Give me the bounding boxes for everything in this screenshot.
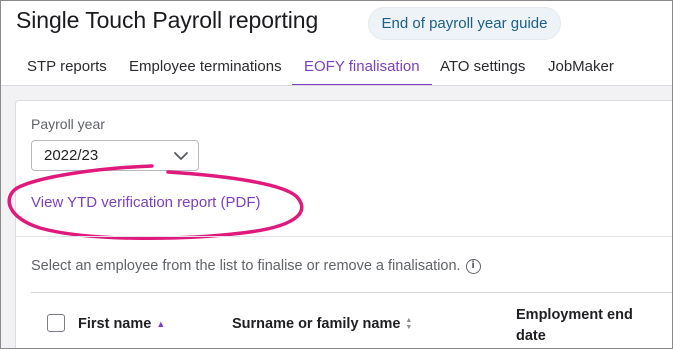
column-header-first-name[interactable]: First name ▲ bbox=[78, 316, 165, 332]
tab-employee-terminations[interactable]: Employee terminations bbox=[129, 52, 282, 86]
chevron-down-icon bbox=[174, 152, 188, 160]
sort-ascending-icon: ▲ bbox=[156, 318, 166, 329]
tab-eofy-finalisation[interactable]: EOFY finalisation bbox=[292, 52, 432, 86]
tab-ato-settings[interactable]: ATO settings bbox=[440, 52, 525, 86]
column-header-surname[interactable]: Surname or family name ▲ ▼ bbox=[232, 316, 412, 332]
payroll-year-value: 2022/23 bbox=[44, 147, 99, 164]
select-all-checkbox[interactable] bbox=[47, 314, 65, 332]
column-header-label: First name bbox=[78, 316, 152, 332]
column-header-label: Surname or family name bbox=[232, 316, 401, 332]
column-header-employment-end-date[interactable]: Employment end date bbox=[516, 305, 646, 347]
table-header-top-border bbox=[31, 292, 673, 293]
tab-bar-divider bbox=[0, 85, 673, 86]
sort-icon: ▲ ▼ bbox=[405, 317, 413, 331]
selection-hint-text: Select an employee from the list to fina… bbox=[31, 258, 461, 274]
ytd-verification-report-link[interactable]: View YTD verification report (PDF) bbox=[31, 194, 261, 211]
info-icon[interactable]: i bbox=[465, 258, 481, 274]
tab-bar: STP reports Employee terminations EOFY f… bbox=[0, 52, 673, 86]
payroll-year-label: Payroll year bbox=[31, 116, 105, 132]
tab-jobmaker[interactable]: JobMaker bbox=[548, 52, 614, 86]
tab-stp-reports[interactable]: STP reports bbox=[27, 52, 107, 86]
end-of-year-guide-button[interactable]: End of payroll year guide bbox=[368, 7, 561, 40]
selection-hint: Select an employee from the list to fina… bbox=[31, 258, 481, 274]
payroll-year-select[interactable]: 2022/23 bbox=[31, 140, 199, 171]
page-title: Single Touch Payroll reporting bbox=[16, 7, 319, 33]
section-divider bbox=[16, 236, 673, 237]
